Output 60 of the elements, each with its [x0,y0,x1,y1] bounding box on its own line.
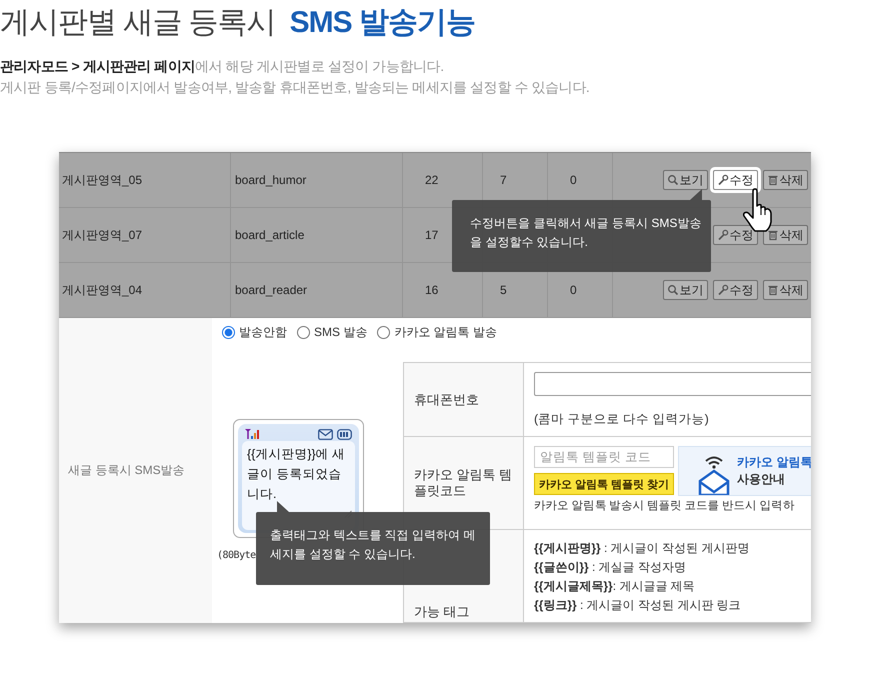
table-cell: 7 [500,173,507,187]
radio-label[interactable]: SMS 발송 [314,324,368,341]
page-title-highlight: SMS 발송기능 [290,5,476,41]
field-hint: (콤마 구분으로 다수 입력가능) [534,411,710,428]
delete-button[interactable]: 삭제 [762,170,808,190]
template-code-field[interactable]: 알림톡 템플릿 코드 [534,446,674,468]
search-icon [666,284,678,296]
board-id-cell: board_reader [235,283,308,297]
tooltip: 출력태그와 텍스트를 직접 입력하여 메세지를 설정할 수 있습니다. [256,512,490,585]
radio-label[interactable]: 발송안함 [239,324,287,341]
tag-description: {{글쓴이}} : 게실글 작성자명 [534,559,688,576]
view-button[interactable]: 보기 [662,280,708,300]
view-button[interactable]: 보기 [662,170,708,190]
board-name-cell: 게시판영역_04 [62,282,142,298]
wrench-icon [716,284,728,296]
table-cell: 16 [425,283,438,297]
tooltip-pointer [690,189,702,200]
board-id-cell: board_article [235,228,304,242]
mail-icon [318,428,333,440]
guide-subtitle: 사용안내 [737,471,786,488]
setting-label: 새글 등록시 SMS발송 [68,462,185,479]
tag-description: {{게시글제목}}: 게시글글 제목 [534,578,696,595]
table-cell: 0 [570,173,577,187]
page-title: 게시판별 새글 등록시 [0,5,276,41]
field-label: 카카오 알림톡 템플릿코드 [414,467,513,499]
radio-button[interactable] [377,326,390,339]
tag-description: {{게시판명}} : 게시글이 작성된 게시판명 [534,540,750,557]
table-cell: 5 [500,283,507,297]
board-name-cell: 게시판영역_07 [62,226,142,244]
intro-text: 게시판 등록/수정페이지에서 발송여부, 발송할 휴대폰번호, 발송되는 메세지를 설정할 수 있습니다. [0,78,590,97]
trash-icon [766,284,778,296]
delete-button[interactable]: 삭제 [762,225,808,245]
table-cell: 0 [570,283,577,297]
radio-label[interactable]: 카카오 알림톡 발송 [394,324,498,341]
board-id-cell: board_humor [235,173,306,187]
edit-button[interactable]: 수정 [712,225,758,245]
edit-button[interactable]: 수정 [712,280,758,300]
intro-text: 관리자모드 > 게시판관리 페이지에서 해당 게시판별로 설정이 가능합니다. [0,57,445,76]
table-cell: 22 [425,173,438,187]
tooltip: 수정버튼을 클릭해서 새글 등록시 SMS발송을 설정할수 있습니다. [452,200,711,272]
table-cell: 17 [425,228,438,242]
trash-icon [766,229,778,241]
trash-icon [766,174,778,186]
tag-description: {{링크}} : 게시글이 작성된 게시판 링크 [534,597,742,614]
radio-button[interactable] [297,326,310,339]
tooltip-pointer [277,501,289,512]
delete-button[interactable]: 삭제 [762,280,808,300]
wrench-icon [716,229,728,241]
byte-note: (80Byte [217,550,256,561]
phone-input-field[interactable] [534,372,811,396]
radio-button[interactable] [222,326,235,339]
find-template-button[interactable]: 카카오 알림톡 템플릿 찾기 [534,473,674,495]
search-icon [666,174,678,186]
field-label: 가능 태그 [414,604,470,620]
board-name-cell: 게시판영역_05 [62,172,142,188]
field-label: 휴대폰번호 [414,392,479,408]
signal-icon [244,428,260,440]
battery-icon [337,428,353,440]
field-note: 카카오 알림톡 발송시 템플릿 코드를 반드시 입력하 [534,499,796,513]
wrench-icon [716,174,728,186]
